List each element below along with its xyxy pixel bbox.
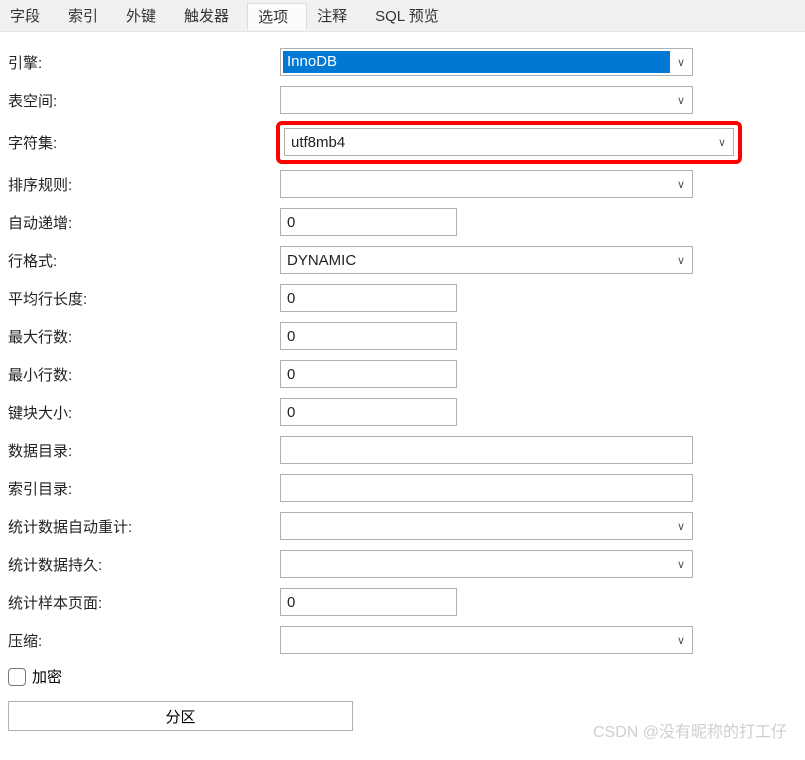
label-tablespace: 表空间: xyxy=(0,90,280,111)
chevron-down-icon: ∨ xyxy=(711,136,733,149)
label-auto-increment: 自动递增: xyxy=(0,212,280,233)
row-format-dropdown[interactable]: DYNAMIC ∨ xyxy=(280,246,693,274)
tab-fields[interactable]: 字段 xyxy=(0,3,58,29)
label-engine: 引擎: xyxy=(0,52,280,73)
tab-indexes[interactable]: 索引 xyxy=(58,3,116,29)
charset-highlight: utf8mb4 ∨ xyxy=(276,121,742,164)
tab-foreign-keys[interactable]: 外键 xyxy=(116,3,174,29)
tab-sql-preview[interactable]: SQL 预览 xyxy=(365,3,457,29)
stats-sample-pages-input[interactable] xyxy=(280,588,457,616)
chevron-down-icon: ∨ xyxy=(670,94,692,107)
label-data-directory: 数据目录: xyxy=(0,440,280,461)
label-max-rows: 最大行数: xyxy=(0,326,280,347)
stats-auto-recalc-dropdown[interactable]: ∨ xyxy=(280,512,693,540)
tablespace-dropdown[interactable]: ∨ xyxy=(280,86,693,114)
chevron-down-icon: ∨ xyxy=(670,634,692,647)
label-stats-persistent: 统计数据持久: xyxy=(0,554,280,575)
options-form: 引擎: InnoDB ∨ 表空间: ∨ 字符集: utf8mb4 ∨ xyxy=(0,32,805,731)
label-compression: 压缩: xyxy=(0,630,280,651)
engine-dropdown[interactable]: InnoDB ∨ xyxy=(280,48,693,76)
stats-persistent-dropdown[interactable]: ∨ xyxy=(280,550,693,578)
data-directory-input[interactable] xyxy=(280,436,693,464)
label-charset: 字符集: xyxy=(0,132,280,153)
tab-comment[interactable]: 注释 xyxy=(307,3,365,29)
chevron-down-icon: ∨ xyxy=(670,56,692,69)
label-index-directory: 索引目录: xyxy=(0,478,280,499)
key-block-size-input[interactable] xyxy=(280,398,457,426)
label-encryption: 加密 xyxy=(32,666,62,687)
compression-dropdown[interactable]: ∨ xyxy=(280,626,693,654)
chevron-down-icon: ∨ xyxy=(670,254,692,267)
engine-value: InnoDB xyxy=(283,51,670,73)
tab-options[interactable]: 选项 xyxy=(247,3,307,30)
chevron-down-icon: ∨ xyxy=(670,178,692,191)
encryption-checkbox[interactable] xyxy=(8,668,26,686)
label-stats-auto-recalc: 统计数据自动重计: xyxy=(0,516,280,537)
label-avg-row-length: 平均行长度: xyxy=(0,288,280,309)
chevron-down-icon: ∨ xyxy=(670,520,692,533)
label-key-block-size: 键块大小: xyxy=(0,402,280,423)
label-row-format: 行格式: xyxy=(0,250,280,271)
partition-button[interactable]: 分区 xyxy=(8,701,353,731)
label-min-rows: 最小行数: xyxy=(0,364,280,385)
min-rows-input[interactable] xyxy=(280,360,457,388)
chevron-down-icon: ∨ xyxy=(670,558,692,571)
watermark: CSDN @没有昵称的打工仔 xyxy=(593,718,787,742)
avg-row-length-input[interactable] xyxy=(280,284,457,312)
tab-triggers[interactable]: 触发器 xyxy=(174,3,247,29)
charset-dropdown[interactable]: utf8mb4 ∨ xyxy=(284,128,734,156)
tab-bar: 字段 索引 外键 触发器 选项 注释 SQL 预览 xyxy=(0,0,805,32)
index-directory-input[interactable] xyxy=(280,474,693,502)
collation-dropdown[interactable]: ∨ xyxy=(280,170,693,198)
label-stats-sample-pages: 统计样本页面: xyxy=(0,592,280,613)
row-format-value: DYNAMIC xyxy=(281,252,670,269)
label-collation: 排序规则: xyxy=(0,174,280,195)
auto-increment-input[interactable] xyxy=(280,208,457,236)
max-rows-input[interactable] xyxy=(280,322,457,350)
charset-value: utf8mb4 xyxy=(285,134,711,151)
